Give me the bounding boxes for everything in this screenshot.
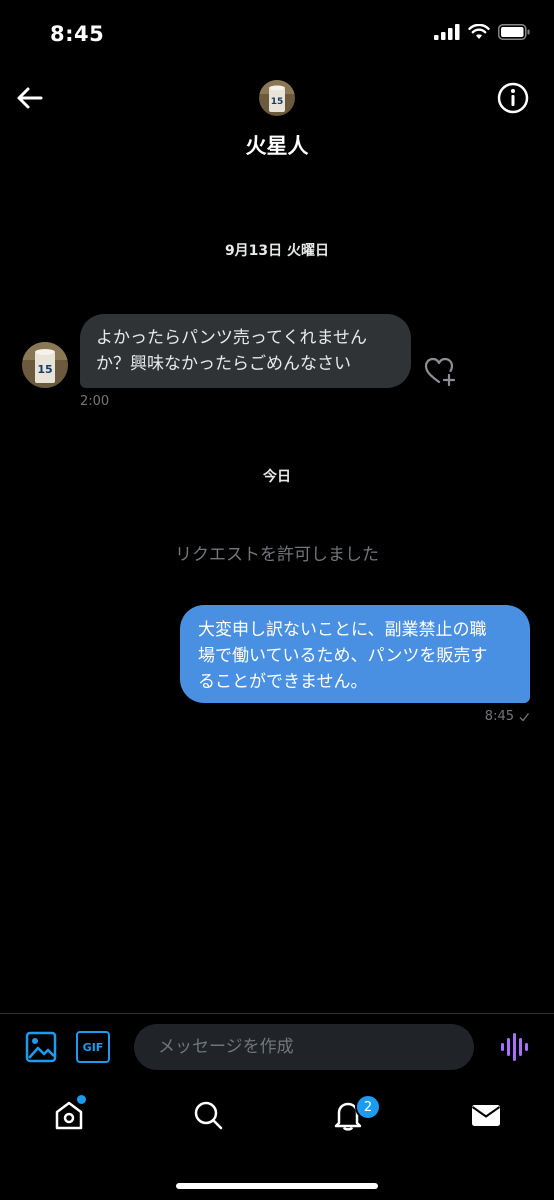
avatar-image: 15 (259, 80, 295, 116)
date-separator: 今日 (263, 469, 291, 485)
react-heart-button[interactable] (423, 355, 457, 389)
system-message: リクエストを許可しました (175, 545, 379, 565)
status-time: 8:45 (50, 22, 105, 46)
heart-plus-icon (424, 357, 456, 387)
image-icon (25, 1031, 57, 1063)
wifi-icon (468, 24, 490, 39)
svg-text:15: 15 (37, 363, 52, 376)
message-text-line: ることができません。 (198, 672, 368, 692)
cellular-signal-icon (434, 24, 460, 40)
tab-messages[interactable] (469, 1098, 503, 1132)
sender-avatar[interactable]: 15 (22, 342, 68, 388)
composer-divider (0, 1013, 554, 1014)
home-new-dot (77, 1095, 86, 1104)
outgoing-message-meta: 8:45 (485, 709, 530, 724)
message-text-line: か？興味なかったらごめんなさい (96, 354, 351, 374)
search-icon (194, 1101, 223, 1130)
battery-icon (498, 24, 530, 40)
voice-waveform-icon (501, 1033, 528, 1061)
back-button[interactable] (14, 82, 46, 114)
message-input[interactable] (134, 1024, 474, 1070)
message-text-line: 場で働いているため、パンツを販売す (198, 646, 488, 666)
add-photo-button[interactable] (24, 1030, 58, 1064)
message-timestamp: 2:00 (80, 394, 110, 409)
sent-check-icon (519, 712, 530, 721)
svg-text:15: 15 (271, 97, 284, 107)
gif-button[interactable]: GIF (76, 1031, 110, 1063)
message-timestamp: 8:45 (484, 709, 514, 724)
dm-conversation-screen: 8:45 15 火星人 9月13日 火曜日 15 よかったらパンツ売ってくれませ… (0, 0, 554, 1200)
message-text-line: よかったらパンツ売ってくれません (96, 328, 367, 348)
back-arrow-icon (17, 87, 43, 109)
tab-search[interactable] (191, 1098, 225, 1132)
envelope-icon (471, 1105, 501, 1126)
header-avatar[interactable]: 15 (259, 80, 295, 116)
date-separator: 9月13日 火曜日 (224, 243, 330, 259)
home-indicator[interactable] (176, 1183, 378, 1189)
voice-message-button[interactable] (500, 1032, 528, 1062)
avatar-image: 15 (22, 342, 68, 388)
incoming-message-bubble[interactable]: よかったらパンツ売ってくれません か？興味なかったらごめんなさい (80, 314, 411, 388)
notifications-badge: 2 (355, 1094, 381, 1120)
outgoing-message-bubble[interactable]: 大変申し訳ないことに、副業禁止の職 場で働いているため、パンツを販売す ることが… (180, 605, 530, 703)
info-button[interactable] (497, 82, 529, 114)
message-text-line: 大変申し訳ないことに、副業禁止の職 (198, 620, 487, 640)
info-icon (497, 82, 529, 114)
conversation-name: 火星人 (245, 134, 309, 158)
status-icons (434, 24, 530, 40)
